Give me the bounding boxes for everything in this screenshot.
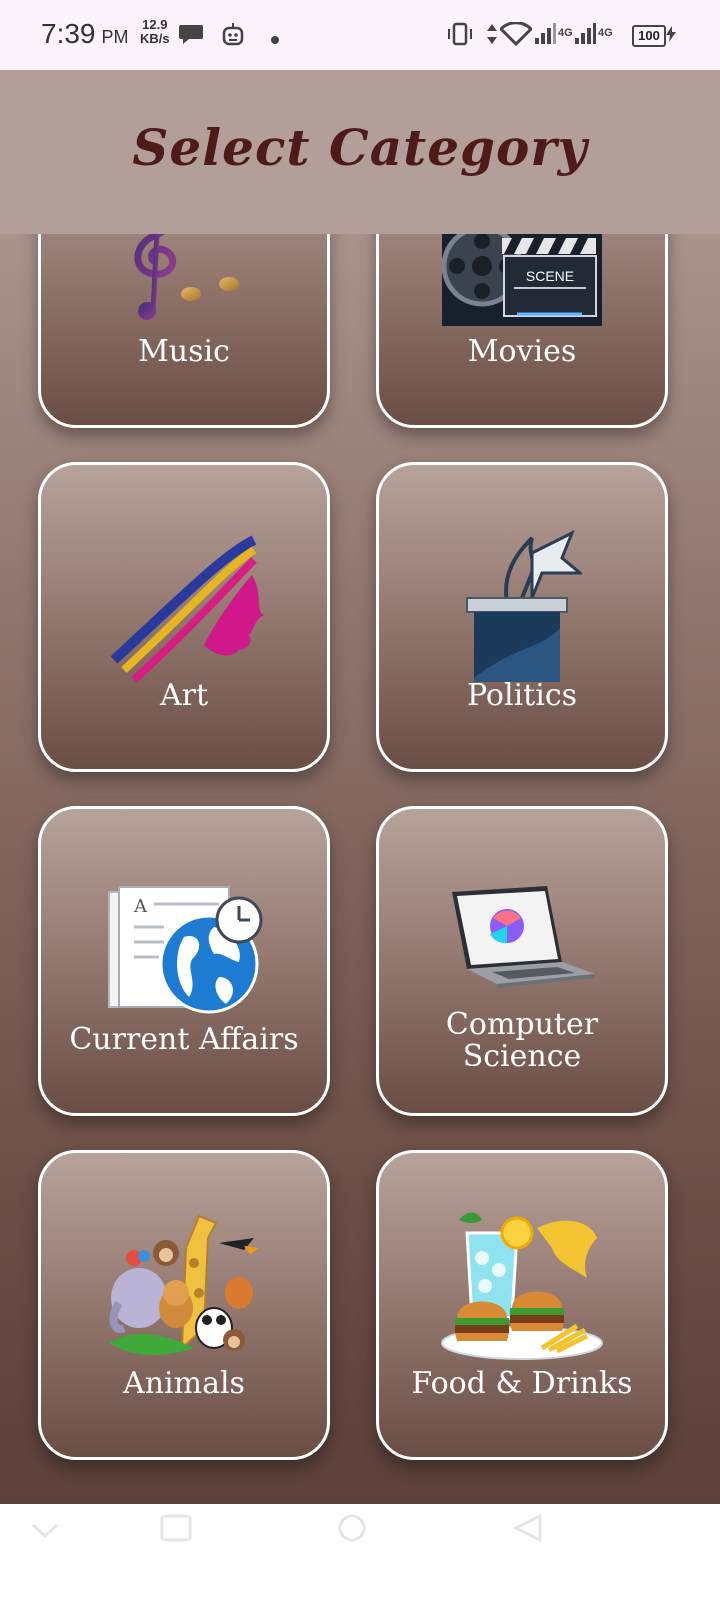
category-card-current-affairs[interactable]: A Current Affairs [38, 806, 330, 1116]
category-label: Music [138, 334, 230, 369]
page-title: Select Category [132, 118, 588, 177]
battery-icon: 100 [632, 25, 666, 47]
back-icon[interactable] [512, 1513, 544, 1546]
category-card-computer-science[interactable]: Computer Science [376, 806, 668, 1116]
svg-text:SCENE: SCENE [526, 268, 574, 284]
ballot-box-icon [379, 520, 665, 690]
category-card-animals[interactable]: Animals [38, 1150, 330, 1460]
status-bar: 7:39 PM 12.9 KB/s 4G 4G 100 [0, 0, 720, 70]
status-time: 7:39 PM [41, 18, 129, 49]
notification-dot-icon [270, 30, 280, 49]
signal-2-icon [574, 22, 596, 50]
category-label-line1: Computer [445, 1007, 599, 1042]
category-label: Animals [123, 1366, 245, 1401]
network-type-2: 4G [598, 27, 613, 39]
app-screen: Select Category Music SCENE Movies Art P… [0, 70, 720, 1504]
robot-icon [221, 22, 245, 52]
chat-bubble-icon [178, 22, 204, 50]
vibrate-icon [446, 22, 474, 50]
collapse-icon[interactable] [30, 1522, 60, 1546]
laptop-icon [379, 854, 665, 1024]
wifi-icon [498, 21, 534, 50]
home-icon[interactable] [336, 1514, 368, 1546]
category-label: Art [159, 678, 209, 713]
network-type-1: 4G [558, 27, 573, 39]
category-label: Current Affairs [69, 1022, 299, 1057]
category-label: Movies [467, 334, 577, 369]
animals-icon [41, 1203, 327, 1373]
system-navigation-bar [0, 1504, 720, 1600]
category-card-food-drinks[interactable]: Food & Drinks [376, 1150, 668, 1460]
recent-apps-icon[interactable] [160, 1514, 192, 1546]
category-label-line2: Science [462, 1039, 582, 1074]
category-label: Politics [466, 678, 578, 713]
art-face-icon [41, 525, 327, 695]
data-arrows-icon [486, 22, 498, 50]
charging-icon [666, 26, 676, 46]
newspaper-globe-icon: A [41, 864, 327, 1034]
network-speed: 12.9 KB/s [140, 17, 170, 46]
svg-text:A: A [133, 896, 148, 917]
category-card-politics[interactable]: Politics [376, 462, 668, 772]
signal-1-icon [534, 22, 556, 50]
category-card-art[interactable]: Art [38, 462, 330, 772]
header: Select Category [0, 70, 720, 234]
category-label: Food & Drinks [411, 1366, 633, 1401]
food-drinks-icon [379, 1203, 665, 1373]
category-grid: Music SCENE Movies Art Politics A Curren… [0, 70, 720, 1504]
